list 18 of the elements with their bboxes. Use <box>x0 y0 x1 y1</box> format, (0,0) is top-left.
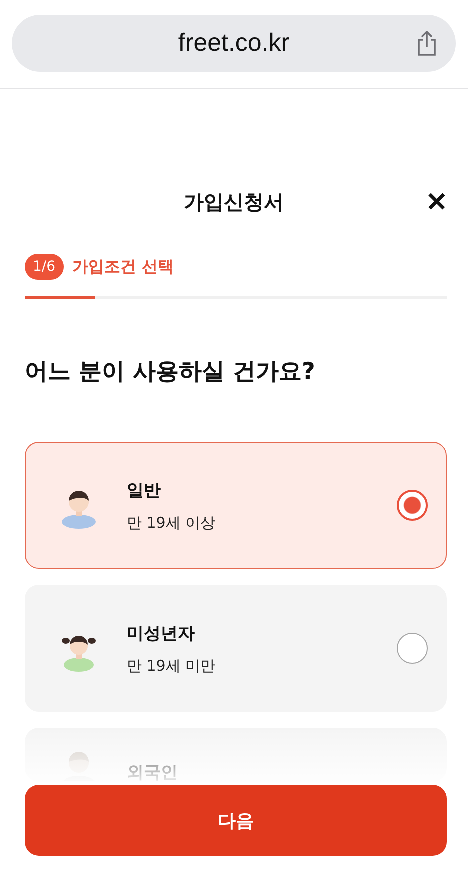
option-title: 미성년자 <box>127 622 196 644</box>
option-card[interactable]: 일반 만 19세 이상 <box>25 442 447 569</box>
step-label: 가입조건 선택 <box>72 256 174 278</box>
address-bar[interactable]: freet.co.kr <box>12 15 456 72</box>
step-badge: 1/6 <box>25 254 64 280</box>
radio-button[interactable] <box>397 490 428 521</box>
question-heading: 어느 분이 사용하실 건가요? <box>25 358 316 387</box>
option-card[interactable]: 미성년자 만 19세 미만 <box>25 585 447 712</box>
url-text: freet.co.kr <box>178 29 290 58</box>
close-button[interactable]: ✕ <box>426 187 448 217</box>
option-title: 외국인 <box>127 762 179 781</box>
share-icon[interactable] <box>416 31 438 57</box>
option-subtitle: 만 19세 미만 <box>127 656 217 676</box>
radio-button[interactable] <box>397 633 428 664</box>
option-subtitle: 만 19세 이상 <box>127 514 217 532</box>
next-button[interactable]: 다음 <box>25 785 447 856</box>
option-title: 일반 <box>127 480 162 502</box>
page-title: 가입신청서 <box>184 188 284 216</box>
